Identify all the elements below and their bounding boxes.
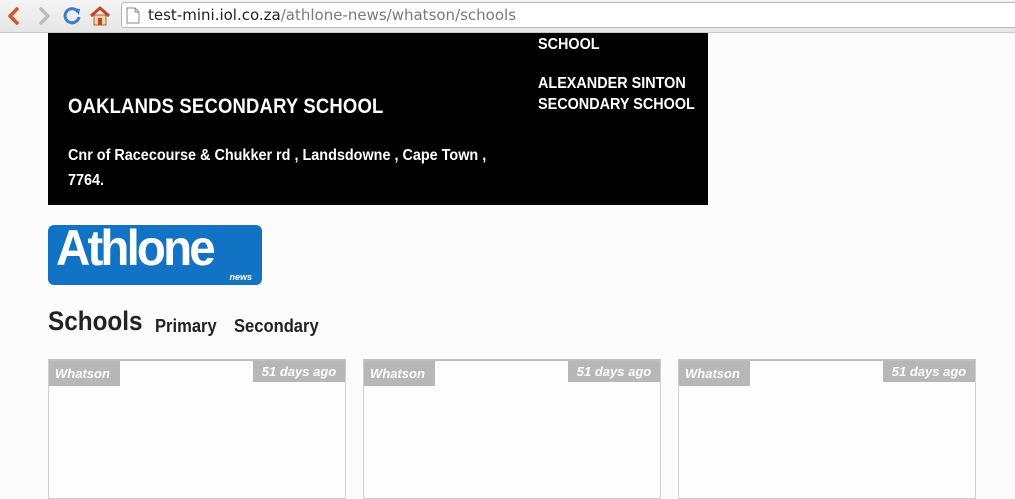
back-arrow-icon — [8, 7, 19, 25]
category-tag[interactable]: Whatson — [679, 361, 750, 386]
browser-toolbar: test-mini.iol.co.za/athlone-news/whatson… — [0, 0, 1015, 33]
school-banner: OAKLANDS SECONDARY SCHOOL Cnr of Racecou… — [48, 33, 708, 205]
page-icon — [126, 7, 140, 24]
logo-subtext: news — [229, 272, 252, 282]
school-address: Cnr of Racecourse & Chukker rd , Landsdo… — [68, 147, 487, 189]
related-school-link[interactable]: SCHOOL — [538, 34, 600, 55]
timestamp-badge: 51 days ago — [568, 361, 660, 382]
nav-secondary-link[interactable]: Secondary — [234, 316, 319, 337]
timestamp-badge: 51 days ago — [253, 361, 345, 382]
article-card[interactable]: Whatson 51 days ago — [48, 359, 346, 499]
forward-arrow-icon — [39, 7, 50, 25]
home-icon — [90, 6, 110, 26]
school-type-nav: Primary Secondary — [155, 316, 326, 337]
url-path: /athlone-news/whatson/schools — [280, 6, 517, 24]
reload-button[interactable] — [61, 5, 83, 27]
url-host: test-mini.iol.co.za — [148, 6, 281, 24]
school-title: OAKLANDS SECONDARY SCHOOL — [68, 95, 384, 118]
athlone-news-logo[interactable]: Athlone news — [48, 220, 262, 285]
related-school-link[interactable]: ALEXANDER SINTON SECONDARY SCHOOL — [538, 73, 709, 115]
reload-icon — [63, 7, 81, 25]
url-text: test-mini.iol.co.za/athlone-news/whatson… — [148, 6, 516, 24]
nav-primary-link[interactable]: Primary — [155, 316, 217, 337]
forward-button[interactable] — [34, 5, 56, 27]
timestamp-badge: 51 days ago — [883, 361, 975, 382]
category-tag[interactable]: Whatson — [364, 361, 435, 386]
logo-wordmark: Athlone — [56, 220, 216, 276]
article-card[interactable]: Whatson 51 days ago — [363, 359, 661, 499]
back-button[interactable] — [2, 5, 24, 27]
page-title: Schools — [48, 306, 143, 336]
category-tag[interactable]: Whatson — [49, 361, 120, 386]
home-button[interactable] — [89, 5, 111, 27]
article-card[interactable]: Whatson 51 days ago — [678, 359, 976, 499]
address-bar[interactable]: test-mini.iol.co.za/athlone-news/whatson… — [121, 2, 1015, 28]
